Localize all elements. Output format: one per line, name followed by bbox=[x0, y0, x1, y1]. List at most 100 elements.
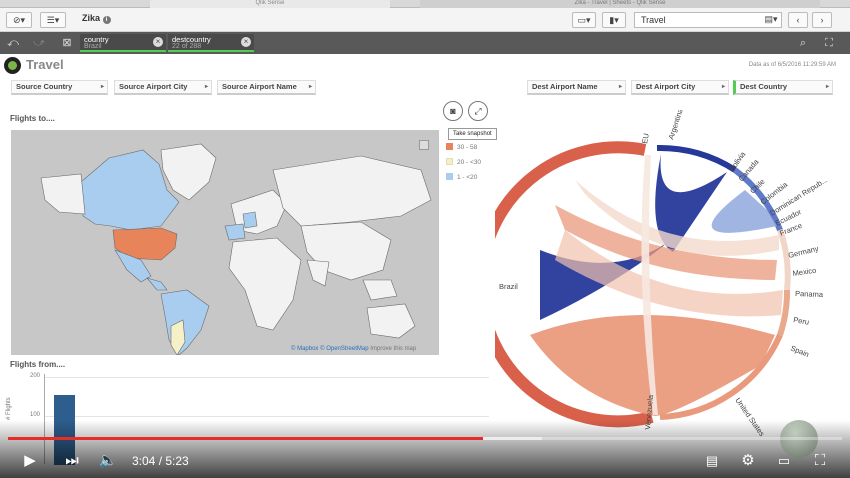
chord-canvas: EU Argentina Bolivia Canada Chile Colomb… bbox=[474, 107, 829, 438]
chord-label: Panama bbox=[795, 289, 824, 299]
play-icon[interactable]: ▶ bbox=[18, 450, 42, 472]
chevron-right-icon: ▸ bbox=[204, 84, 208, 90]
legend-swatch bbox=[446, 143, 453, 150]
chord-label: Mexico bbox=[792, 266, 817, 278]
map-title: Flights to.... bbox=[10, 114, 55, 123]
selection-value: 22 of 288 bbox=[172, 43, 202, 50]
filter-dest-country[interactable]: Dest Country ▸ bbox=[733, 80, 833, 95]
filter-dest-airport-city[interactable]: Dest Airport City ▸ bbox=[631, 80, 729, 95]
filter-dest-airport-name[interactable]: Dest Airport Name ▸ bbox=[527, 80, 626, 95]
map-region-spain bbox=[224, 223, 246, 241]
step-forward-icon[interactable]: ⤻ bbox=[32, 36, 46, 50]
qlik-toolbar: ⊘▾ ☰▾ Zika i ▭▾ ▮▾ Travel ▤▾ ‹ › bbox=[0, 8, 850, 32]
chord-label-source: Brazil bbox=[499, 282, 518, 291]
story-button[interactable]: ▭▾ bbox=[572, 12, 596, 28]
map-region-india bbox=[306, 259, 330, 287]
bookmark-button[interactable]: ▮▾ bbox=[602, 12, 626, 28]
navigation-menu-button[interactable]: ⊘▾ bbox=[6, 12, 32, 28]
expand-icon[interactable]: ⤢ bbox=[468, 101, 488, 121]
chord-label: EU bbox=[640, 133, 651, 145]
legend-swatch bbox=[446, 173, 453, 180]
sheet-selector[interactable]: Travel bbox=[634, 12, 782, 28]
sheets-grid-icon[interactable]: ▤▾ bbox=[762, 12, 780, 28]
map-region-france bbox=[242, 211, 258, 229]
map-home-icon[interactable] bbox=[419, 140, 429, 150]
video-time: 3:04 / 5:23 bbox=[132, 454, 189, 468]
sheet-header: Travel Data as of 6/5/2016 11:29:59 AM bbox=[0, 54, 850, 76]
data-timestamp: Data as of 6/5/2016 11:29:59 AM bbox=[748, 62, 836, 68]
browser-tab[interactable]: Qlik Sense bbox=[150, 0, 390, 8]
video-progress-bar[interactable] bbox=[8, 437, 842, 440]
y-tick-label: 100 bbox=[30, 412, 41, 418]
step-back-icon[interactable]: ⤺ bbox=[6, 36, 20, 50]
chevron-right-icon: ▸ bbox=[308, 84, 312, 90]
info-icon[interactable]: i bbox=[102, 16, 111, 24]
theater-mode-icon[interactable]: ▭ bbox=[772, 450, 796, 472]
map-canvas bbox=[40, 143, 432, 355]
filter-source-airport-city[interactable]: Source Airport City ▸ bbox=[114, 80, 212, 95]
chevron-right-icon: ▸ bbox=[721, 84, 725, 90]
attribution-link[interactable]: © Mapbox © OpenStreetMap bbox=[291, 346, 369, 352]
clear-all-selections-icon[interactable]: ⊠ bbox=[60, 36, 74, 50]
fullscreen-icon[interactable]: ⛶ bbox=[808, 450, 832, 472]
sheet-title: Travel bbox=[26, 57, 64, 72]
subtitles-icon[interactable]: ▤ bbox=[700, 450, 724, 472]
filter-source-country[interactable]: Source Country ▸ bbox=[11, 80, 108, 95]
chord-label: Argentina bbox=[666, 110, 685, 141]
browser-tab-strip: Qlik Sense Zika - Travel | Sheets - Qlik… bbox=[0, 0, 850, 8]
sheet-selector-label: Travel bbox=[641, 15, 666, 25]
legend-item: 1 - <20 bbox=[446, 173, 477, 181]
grid-line bbox=[44, 416, 489, 417]
map-region-southeast-asia bbox=[362, 279, 398, 301]
filter-label: Source Airport City bbox=[119, 82, 188, 91]
chevron-right-icon: ▸ bbox=[825, 84, 829, 90]
filter-source-airport-name[interactable]: Source Airport Name ▸ bbox=[217, 80, 316, 95]
world-map[interactable]: © Mapbox © OpenStreetMap Improve this ma… bbox=[11, 130, 439, 355]
selection-chip-destcountry[interactable]: destcountry 22 of 288 × bbox=[168, 34, 254, 52]
previous-sheet-button[interactable]: ‹ bbox=[788, 12, 808, 28]
next-video-icon[interactable]: ⏭ bbox=[60, 450, 84, 472]
filter-label: Source Country bbox=[16, 82, 73, 91]
clear-selection-icon[interactable]: × bbox=[153, 37, 163, 47]
selection-value: Brazil bbox=[84, 43, 102, 50]
legend-swatch bbox=[446, 158, 453, 165]
clear-selection-icon[interactable]: × bbox=[241, 37, 251, 47]
filter-label: Dest Airport Name bbox=[532, 82, 598, 91]
legend-item: 30 - 58 bbox=[446, 143, 477, 151]
snapshot-camera-icon[interactable]: ◙ bbox=[443, 101, 463, 121]
volume-icon[interactable]: 🔈 bbox=[96, 450, 120, 472]
app-menu-button[interactable]: ☰▾ bbox=[40, 12, 66, 28]
next-sheet-button[interactable]: › bbox=[812, 12, 832, 28]
legend-item: 20 - <30 bbox=[446, 158, 481, 166]
map-region-africa bbox=[228, 237, 302, 331]
selection-chip-country[interactable]: country Brazil × bbox=[80, 34, 166, 52]
chord-label: Germany bbox=[787, 244, 819, 260]
legend-label: 30 - 58 bbox=[457, 144, 478, 151]
video-played bbox=[8, 437, 483, 440]
legend-label: 1 - <20 bbox=[457, 174, 478, 181]
filter-label: Source Airport Name bbox=[222, 82, 297, 91]
y-tick-label: 200 bbox=[30, 373, 41, 379]
improve-map-link[interactable]: Improve this map bbox=[370, 346, 416, 352]
selections-bar: ⤺ ⤻ ⊠ country Brazil × destcountry 22 of… bbox=[0, 32, 850, 54]
chevron-right-icon: ▸ bbox=[618, 84, 622, 90]
map-region-greenland bbox=[160, 143, 217, 201]
map-attribution[interactable]: © Mapbox © OpenStreetMap Improve this ma… bbox=[291, 346, 416, 352]
legend-label: 20 - <30 bbox=[457, 159, 482, 166]
chord-label: Peru bbox=[793, 315, 810, 327]
map-region-alaska bbox=[40, 173, 86, 215]
map-region-south-america bbox=[160, 289, 210, 355]
chord-arc-argentina bbox=[656, 144, 737, 173]
app-logo bbox=[4, 57, 21, 74]
search-icon[interactable]: ⌕ bbox=[796, 36, 810, 50]
chord-arc-group-light bbox=[777, 229, 791, 291]
screen: Qlik Sense Zika - Travel | Sheets - Qlik… bbox=[0, 0, 850, 478]
filter-label: Dest Country bbox=[740, 82, 788, 91]
browser-tab-active[interactable]: Zika - Travel | Sheets - Qlik Sense bbox=[420, 0, 820, 8]
map-region-russia bbox=[272, 155, 432, 227]
chord-diagram[interactable]: EU Argentina Bolivia Canada Chile Colomb… bbox=[474, 107, 850, 445]
settings-gear-icon[interactable]: ⚙ bbox=[736, 450, 760, 472]
selection-tool-icon[interactable]: ⛶ bbox=[822, 36, 836, 50]
y-axis-label: # Flights bbox=[6, 397, 12, 420]
video-buffered bbox=[482, 437, 542, 440]
